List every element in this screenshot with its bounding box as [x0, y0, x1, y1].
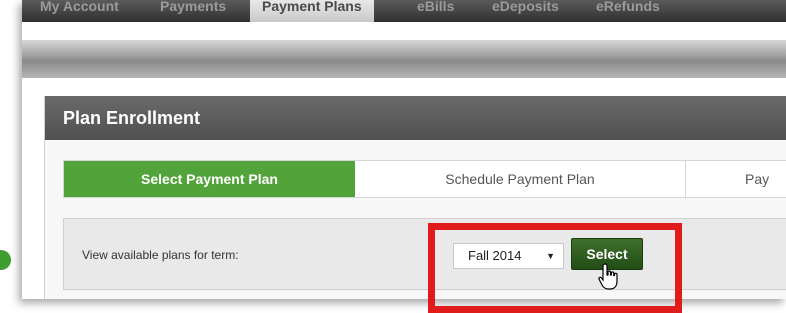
panel-title: Plan Enrollment [63, 108, 201, 128]
sub-nav-bar [22, 40, 786, 78]
tab-edeposits[interactable]: eDeposits [492, 0, 559, 22]
step-marker-dot [0, 250, 11, 270]
panel-header: Plan Enrollment [45, 96, 786, 140]
tab-erefunds[interactable]: eRefunds [596, 0, 660, 22]
step-select-payment-plan[interactable]: Select Payment Plan [64, 161, 355, 197]
enrollment-steps: Select Payment Plan Schedule Payment Pla… [63, 160, 786, 198]
step-schedule-payment-plan[interactable]: Schedule Payment Plan [355, 161, 686, 197]
tab-my-account[interactable]: My Account [40, 0, 119, 22]
tab-payment-plans[interactable]: Payment Plans [250, 0, 374, 22]
highlight-annotation-box [428, 223, 682, 313]
tab-payments[interactable]: Payments [160, 0, 226, 22]
tab-ebills[interactable]: eBills [417, 0, 454, 22]
term-label: View available plans for term: [82, 248, 239, 262]
step-pay[interactable]: Pay [685, 161, 786, 197]
hand-pointer-icon [598, 263, 618, 290]
top-nav: My Account Payments Payment Plans eBills… [22, 0, 786, 22]
